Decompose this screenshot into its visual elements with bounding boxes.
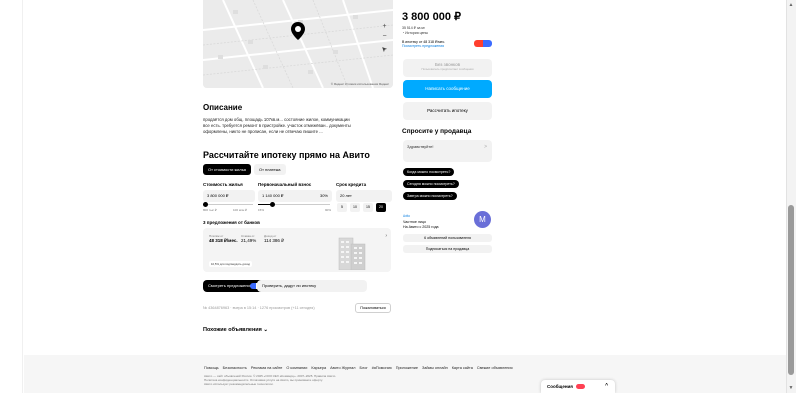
price: 3 800 000 ₽ (402, 11, 461, 23)
term-input[interactable]: 20 лет (336, 190, 392, 202)
ask-seller-input[interactable]: Здравствуйте! > (403, 140, 492, 162)
footer-link[interactable]: Карьера (311, 366, 326, 370)
label-down-payment: Первоначальный взнос (258, 182, 312, 187)
footer-link[interactable]: Свежие объявления (477, 366, 513, 370)
scroll-up-icon[interactable]: ▲ (787, 2, 795, 8)
seller-listings-button[interactable]: 6 объявлений пользователя (403, 234, 492, 242)
price-slider-knob[interactable] (202, 202, 208, 207)
footer-link[interactable]: Карта сайта (452, 366, 473, 370)
down-payment-input[interactable]: 1 140 000 ₽ 30% (258, 190, 332, 202)
price-min-label: 800 тыс ₽ (203, 208, 217, 212)
footer-link[interactable]: Помощь (204, 366, 219, 370)
building-illustration (338, 237, 366, 270)
footer-link[interactable]: #яПомогаю (372, 366, 392, 370)
price-input[interactable]: 3 800 000 ₽ (203, 190, 255, 202)
seller-since: На Авито с 2025 года (403, 225, 439, 229)
footer-link[interactable]: Займы онлайн (422, 366, 448, 370)
label-price: Стоимость жилья (203, 182, 243, 187)
complain-button[interactable]: Пожаловаться (355, 303, 391, 313)
zoom-out-button[interactable]: − (380, 32, 389, 41)
description-text: продаётся дом общ. площадь 107кв.м... со… (203, 117, 351, 134)
bank-offer-card[interactable]: Платёж от 48 318 ₽/мес. Ставка от 21,49%… (203, 228, 391, 272)
price-slider[interactable] (202, 202, 253, 207)
term-20-button[interactable]: 20 (376, 203, 386, 212)
chevron-up-icon[interactable]: ^ (605, 380, 608, 393)
bank-badges-icon (474, 40, 492, 47)
page: + − ➤ © Яндекс Условия использования Янд… (24, 0, 786, 393)
offers-title: 3 предложения от банков (203, 220, 260, 225)
footer-link[interactable]: Приложение (396, 366, 418, 370)
map-attribution[interactable]: © Яндекс Условия использования Яндекс (331, 82, 389, 86)
avatar[interactable]: M (474, 211, 491, 228)
similar-listings-toggle[interactable]: Похожие объявления ⌄ (203, 327, 268, 333)
messages-label: Сообщения (547, 384, 573, 389)
calc-mortgage-button[interactable]: Рассчитать ипотеку (403, 102, 492, 120)
zoom-in-button[interactable]: + (380, 22, 389, 31)
footer: Помощь Безопасность Реклама на сайте О к… (24, 355, 786, 393)
down-payment-slider[interactable] (258, 202, 330, 207)
unread-badge (576, 384, 586, 390)
question-chip[interactable]: Сегодня можно посмотреть? (403, 180, 459, 188)
scrollbar-thumb[interactable] (788, 205, 794, 375)
ask-seller-title: Спросите у продавца (402, 128, 472, 135)
write-message-button[interactable]: Написать сообщение (403, 80, 492, 98)
offer-payment-value: 48 318 ₽/мес. (209, 238, 238, 243)
tab-by-price[interactable]: От стоимости жилья (203, 164, 251, 175)
location-map[interactable]: + − ➤ © Яндекс Условия использования Янд… (203, 0, 393, 88)
term-15-button[interactable]: 15 (363, 203, 373, 212)
no-calls-sub: Пользователь предпочитает сообщения (421, 67, 474, 71)
down-payment-percent: 30% (319, 193, 328, 198)
seller-tag: Avito (403, 214, 411, 218)
footer-legal: Авито — сайт объявлений России. © 2025 «… (204, 374, 374, 387)
seller-name[interactable]: Частное лицо (403, 220, 426, 224)
footer-link[interactable]: Блог (360, 366, 368, 370)
mortgage-offers-link[interactable]: Посмотреть предложения (402, 44, 444, 48)
down-slider-knob[interactable] (269, 202, 275, 207)
term-5-button[interactable]: 5 (337, 203, 347, 212)
question-chip[interactable]: Завтра можно посмотреть? (403, 192, 457, 200)
price-max-label: 100 млн ₽ (233, 208, 248, 212)
ask-seller-text: Здравствуйте! (407, 144, 434, 149)
subscribe-seller-button[interactable]: Подписаться на продавца (403, 245, 492, 253)
down-payment-value: 1 140 000 ₽ (262, 193, 284, 198)
scroll-down-icon[interactable]: ▼ (787, 385, 795, 391)
no-calls-label: Без звонков (435, 62, 460, 67)
mortgage-title: Рассчитайте ипотеку прямо на Авито (203, 150, 370, 160)
mortgage-inputs: 3 800 000 ₽ 1 140 000 ₽ 30% 20 лет (203, 190, 393, 202)
send-icon[interactable]: > (484, 144, 487, 150)
footer-link[interactable]: Авито Журнал (330, 366, 355, 370)
footer-link[interactable]: Реклама на сайте (251, 366, 283, 370)
chevron-right-icon[interactable]: › (385, 233, 387, 239)
messages-bar[interactable]: Сообщения ^ (541, 380, 615, 393)
down-min-label: 15% (258, 208, 265, 212)
down-max-label: 90% (325, 208, 332, 212)
footer-link[interactable]: Безопасность (223, 366, 247, 370)
check-mortgage-button[interactable]: Проверить, дадут ли ипотеку (257, 280, 367, 292)
price-history-link[interactable]: ◔ История цены (402, 31, 428, 35)
term-10-button[interactable]: 10 (350, 203, 360, 212)
question-chip[interactable]: Когда можно посмотреть? (403, 168, 455, 176)
legal-line: Авито использует рекомендательные технол… (204, 382, 274, 387)
price-per-meter: 35 514 ₽ за м² (402, 26, 425, 30)
offer-income-value: 114 386 ₽ (264, 238, 285, 243)
scrollbar[interactable]: ▲ ▼ (786, 0, 796, 393)
view-offers-label: Смотреть предложения (208, 283, 252, 288)
map-roads (203, 0, 393, 88)
footer-links: Помощь Безопасность Реклама на сайте О к… (204, 366, 513, 370)
offer-rate-value: 21,49% (241, 238, 257, 243)
tab-by-payment[interactable]: От платежа (253, 164, 286, 175)
description-title: Описание (203, 103, 243, 112)
label-term: Срок кредита (336, 182, 367, 187)
left-gutter (0, 0, 23, 393)
no-calls-button: Без звонков Пользователь предпочитает со… (403, 59, 492, 77)
mortgage-tabs: От стоимости жилья От платежа (203, 164, 286, 175)
offer-note: 10,5% для подтвердить доход (209, 261, 253, 267)
listing-meta: № 4364876963 · вчера в 15:14 · 1276 прос… (203, 306, 315, 310)
map-pin-icon (291, 22, 305, 40)
footer-link[interactable]: О компании (286, 366, 307, 370)
